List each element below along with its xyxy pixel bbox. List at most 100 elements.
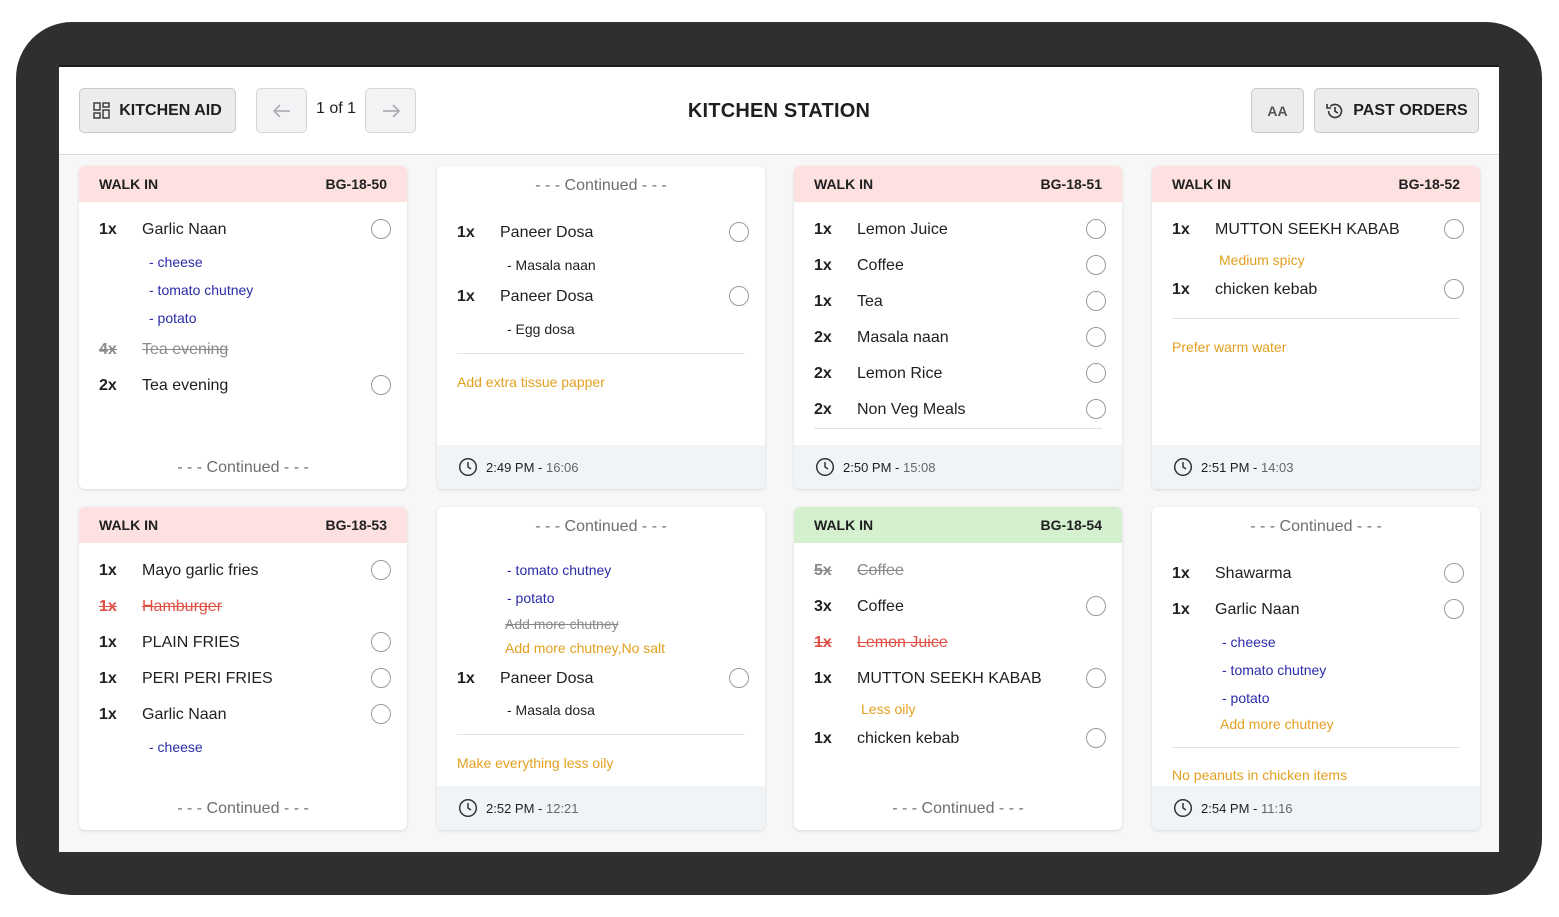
past-orders-button[interactable]: PAST ORDERS (1314, 88, 1479, 133)
item-qty: 1x (814, 257, 832, 274)
font-size-button[interactable]: AA (1251, 88, 1304, 133)
item-done-radio[interactable] (1444, 563, 1464, 583)
item-name: Garlic Naan (1215, 601, 1300, 618)
item-done-radio[interactable] (1086, 255, 1106, 275)
item-done-radio[interactable] (1086, 291, 1106, 311)
order-header: WALK IN BG-18-52 (1152, 166, 1480, 202)
item-done-radio[interactable] (1086, 363, 1106, 383)
order-number: BG-18-52 (1398, 176, 1460, 192)
item-qty: 1x (99, 706, 117, 723)
order-item[interactable]: 2x Lemon Rice (814, 363, 1106, 387)
item-done-radio[interactable] (371, 219, 391, 239)
item-done-radio[interactable] (371, 375, 391, 395)
item-name: Mayo garlic fries (142, 562, 259, 579)
item-name: Shawarma (1215, 565, 1292, 582)
order-item-completed[interactable]: 5x Coffee (814, 560, 1106, 584)
elapsed-time: 12:21 (545, 801, 579, 816)
item-qty: 1x (1172, 281, 1190, 298)
order-card[interactable]: WALK IN BG-18-54 5x Coffee 3x Coffee 1x … (794, 507, 1122, 830)
order-time: 2:51 PM - 14:03 (1201, 460, 1294, 475)
order-item[interactable]: 1x Tea (814, 291, 1106, 315)
order-item[interactable]: 2x Non Veg Meals (814, 399, 1106, 423)
elapsed-time: 14:03 (1260, 460, 1294, 475)
order-header: WALK IN BG-18-53 (79, 507, 407, 543)
item-name: Tea evening (142, 377, 229, 394)
item-done-radio[interactable] (729, 286, 749, 306)
item-modifier: - potato (1222, 690, 1270, 706)
item-name: Coffee (857, 257, 904, 274)
clock-icon (1173, 457, 1193, 477)
order-item[interactable]: 1x Paneer Dosa (457, 668, 749, 692)
order-item[interactable]: 1x PLAIN FRIES (99, 632, 391, 656)
order-card-continued[interactable]: - - - Continued - - - 1x Shawarma 1x Gar… (1152, 507, 1480, 830)
item-qty: 1x (457, 224, 475, 241)
item-done-radio[interactable] (1086, 327, 1106, 347)
item-name: Garlic Naan (142, 706, 227, 723)
order-card-continued[interactable]: - - - Continued - - - 1x Paneer Dosa - M… (437, 166, 765, 489)
order-footer: 2:52 PM - 12:21 (437, 786, 765, 830)
order-item[interactable]: 2x Masala naan (814, 327, 1106, 351)
order-item[interactable]: 1x Coffee (814, 255, 1106, 279)
item-sub-item: - Masala dosa (507, 702, 595, 718)
order-note: Prefer warm water (1172, 339, 1287, 355)
continued-label: - - - Continued - - - (177, 459, 309, 476)
order-item[interactable]: 3x Coffee (814, 596, 1106, 620)
order-item-completed[interactable]: 4x Tea evening (99, 339, 391, 363)
order-time: 2:52 PM - 12:21 (486, 801, 579, 816)
order-item[interactable]: 1x Shawarma (1172, 563, 1464, 587)
item-done-radio[interactable] (1086, 399, 1106, 419)
order-item-voided[interactable]: 1x Lemon Juice (814, 632, 1106, 656)
order-item[interactable]: 1x Lemon Juice (814, 219, 1106, 243)
order-item[interactable]: 1x Mayo garlic fries (99, 560, 391, 584)
item-done-radio[interactable] (1444, 219, 1464, 239)
item-done-radio[interactable] (1086, 728, 1106, 748)
item-done-radio[interactable] (1086, 596, 1106, 616)
item-name: Paneer Dosa (500, 288, 594, 305)
item-done-radio[interactable] (371, 668, 391, 688)
order-number: BG-18-50 (325, 176, 387, 192)
order-card-continued[interactable]: - - - Continued - - - - tomato chutney -… (437, 507, 765, 830)
item-done-radio[interactable] (1086, 668, 1106, 688)
item-done-radio[interactable] (371, 632, 391, 652)
order-item[interactable]: 1x PERI PERI FRIES (99, 668, 391, 692)
divider (1172, 747, 1460, 748)
item-qty: 1x (1172, 221, 1190, 238)
order-footer: 2:50 PM - 15:08 (794, 445, 1122, 489)
item-qty: 4x (99, 341, 117, 358)
item-done-radio[interactable] (371, 704, 391, 724)
divider (814, 428, 1102, 429)
item-done-radio[interactable] (1086, 219, 1106, 239)
item-done-radio[interactable] (729, 222, 749, 242)
item-qty: 5x (814, 562, 832, 579)
item-done-radio[interactable] (729, 668, 749, 688)
item-qty: 1x (457, 288, 475, 305)
removed-item-note: Add more chutney (505, 616, 619, 632)
order-item[interactable]: 1x MUTTON SEEKH KABAB (814, 668, 1106, 692)
order-item[interactable]: 1x chicken kebab (1172, 279, 1464, 303)
order-item[interactable]: 1x MUTTON SEEKH KABAB (1172, 219, 1464, 243)
order-placed-time: 2:52 PM - (486, 801, 546, 816)
clock-icon (458, 798, 478, 818)
order-card[interactable]: WALK IN BG-18-53 1x Mayo garlic fries 1x… (79, 507, 407, 830)
order-item[interactable]: 1x Paneer Dosa (457, 286, 749, 310)
order-card[interactable]: WALK IN BG-18-51 1x Lemon Juice 1x Coffe… (794, 166, 1122, 489)
item-done-radio[interactable] (371, 560, 391, 580)
order-item[interactable]: 2x Tea evening (99, 375, 391, 399)
order-item[interactable]: 1x Garlic Naan (1172, 599, 1464, 623)
item-done-radio[interactable] (1444, 599, 1464, 619)
divider (457, 734, 745, 735)
item-name: Lemon Rice (857, 365, 943, 382)
order-item[interactable]: 1x Garlic Naan (99, 704, 391, 728)
order-item[interactable]: 1x Paneer Dosa (457, 222, 749, 246)
item-qty: 1x (99, 670, 117, 687)
item-done-radio[interactable] (1444, 279, 1464, 299)
order-item-voided[interactable]: 1x Hamburger (99, 596, 391, 620)
order-item[interactable]: 1x Garlic Naan (99, 219, 391, 243)
divider (457, 353, 745, 354)
order-item[interactable]: 1x chicken kebab (814, 728, 1106, 752)
order-card[interactable]: WALK IN BG-18-50 1x Garlic Naan - cheese… (79, 166, 407, 489)
item-name: Coffee (857, 598, 904, 615)
order-card[interactable]: WALK IN BG-18-52 1x MUTTON SEEKH KABAB M… (1152, 166, 1480, 489)
kitchen-display-screen: KITCHEN AID 1 of 1 KITCHEN STATION AA PA… (59, 65, 1499, 852)
order-number: BG-18-54 (1040, 517, 1102, 533)
